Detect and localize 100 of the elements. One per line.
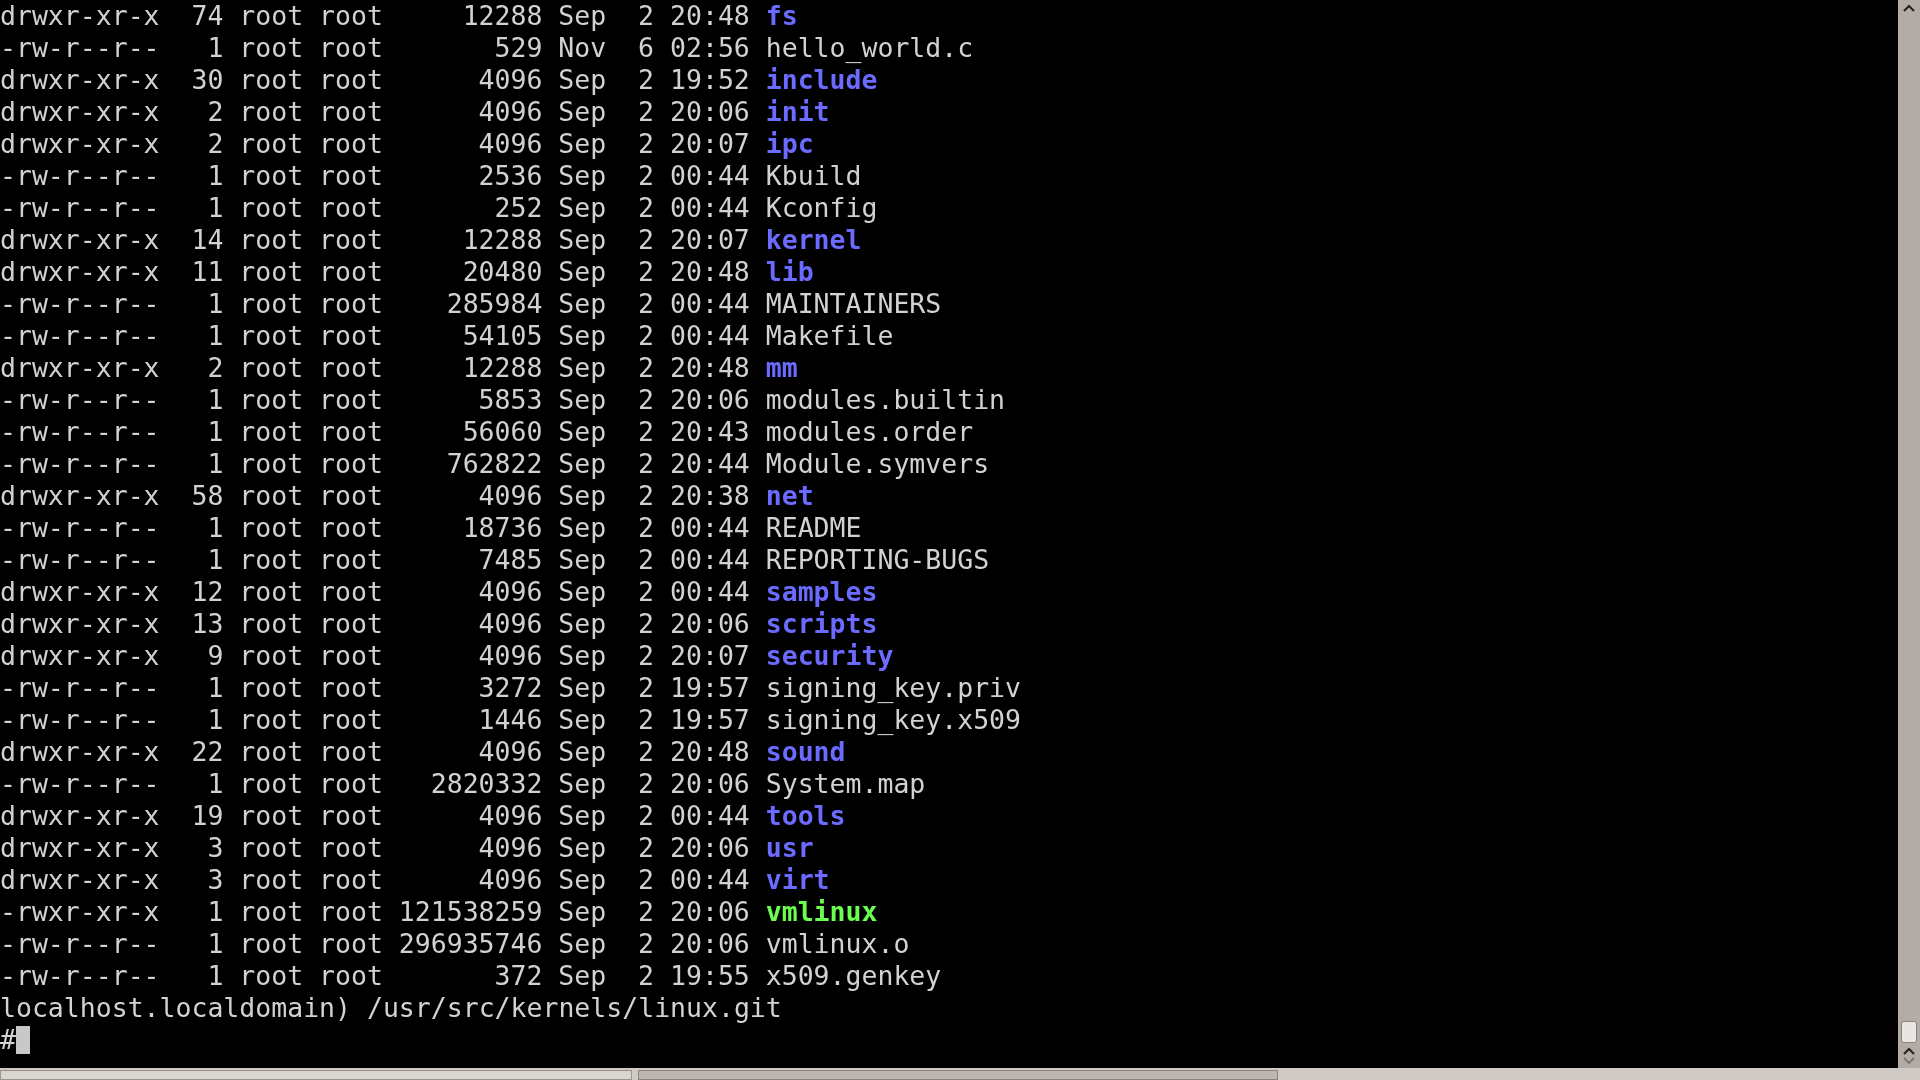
group-text: root xyxy=(319,288,383,320)
permissions-text: drwxr-xr-x xyxy=(0,0,160,32)
time-text: 00:44 xyxy=(670,320,750,352)
owner-text: root xyxy=(239,384,304,416)
owner-text: root xyxy=(239,0,304,32)
group-text: root xyxy=(319,384,383,416)
day-text: 2 xyxy=(637,256,655,288)
group-text: root xyxy=(319,704,383,736)
month-text: Sep xyxy=(558,128,607,160)
month-text: Sep xyxy=(558,960,607,992)
file-name: Makefile xyxy=(765,320,894,352)
time-text: 00:44 xyxy=(670,160,750,192)
group-text: root xyxy=(319,0,383,32)
taskbar-button[interactable] xyxy=(638,1070,1278,1080)
time-text: 20:06 xyxy=(670,608,750,640)
file-size: 4096 xyxy=(477,832,543,864)
directory-name: init xyxy=(765,96,830,128)
time-text: 00:44 xyxy=(670,864,750,896)
scrollbar-thumb[interactable] xyxy=(1901,1021,1917,1043)
file-size: 20480 xyxy=(461,256,543,288)
permissions-text: drwxr-xr-x xyxy=(0,64,160,96)
day-text: 2 xyxy=(637,896,655,928)
file-size: 2820332 xyxy=(429,768,543,800)
link-count: 11 xyxy=(190,256,224,288)
month-text: Sep xyxy=(558,800,607,832)
link-count: 30 xyxy=(190,64,224,96)
time-text: 20:06 xyxy=(670,896,750,928)
file-size: 296935746 xyxy=(398,928,543,960)
link-count: 12 xyxy=(190,576,224,608)
month-text: Sep xyxy=(558,544,607,576)
time-text: 00:44 xyxy=(670,512,750,544)
time-text: 19:52 xyxy=(670,64,750,96)
scroll-up-icon[interactable] xyxy=(1902,3,1916,13)
link-count: 1 xyxy=(206,192,224,224)
prompt-text: localhost.localdomain) /usr/src/kernels/linux.git xyxy=(0,992,782,1023)
file-size: 3272 xyxy=(477,672,543,704)
permissions-text: -rw-r--r-- xyxy=(0,416,160,448)
month-text: Sep xyxy=(558,736,607,768)
file-size: 121538259 xyxy=(398,896,543,928)
file-size: 2536 xyxy=(477,160,543,192)
file-size: 5853 xyxy=(477,384,543,416)
month-text: Sep xyxy=(558,0,607,32)
link-count: 1 xyxy=(206,32,224,64)
file-name: System.map xyxy=(765,768,926,800)
month-text: Sep xyxy=(558,448,607,480)
file-name: README xyxy=(765,512,862,544)
taskbar-button[interactable] xyxy=(0,1070,632,1080)
time-text: 20:06 xyxy=(670,928,750,960)
owner-text: root xyxy=(239,32,304,64)
permissions-text: -rw-r--r-- xyxy=(0,512,160,544)
month-text: Sep xyxy=(558,64,607,96)
day-text: 2 xyxy=(637,416,655,448)
month-text: Sep xyxy=(558,512,607,544)
month-text: Sep xyxy=(558,704,607,736)
file-name: Kbuild xyxy=(765,160,862,192)
permissions-text: drwxr-xr-x xyxy=(0,864,160,896)
owner-text: root xyxy=(239,800,304,832)
time-text: 20:48 xyxy=(670,352,750,384)
day-text: 2 xyxy=(637,480,655,512)
file-name: signing_key.priv xyxy=(765,672,1022,704)
file-name: signing_key.x509 xyxy=(765,704,1022,736)
file-size: 4096 xyxy=(477,864,543,896)
link-count: 2 xyxy=(206,128,224,160)
scroll-up-icon[interactable] xyxy=(1902,1046,1916,1056)
owner-text: root xyxy=(239,192,304,224)
link-count: 14 xyxy=(190,224,224,256)
owner-text: root xyxy=(239,416,304,448)
day-text: 2 xyxy=(637,736,655,768)
time-text: 19:55 xyxy=(670,960,750,992)
month-text: Sep xyxy=(558,832,607,864)
day-text: 2 xyxy=(637,448,655,480)
day-text: 2 xyxy=(637,512,655,544)
file-size: 4096 xyxy=(477,64,543,96)
owner-text: root xyxy=(239,960,304,992)
owner-text: root xyxy=(239,96,304,128)
group-text: root xyxy=(319,320,383,352)
owner-text: root xyxy=(239,256,304,288)
day-text: 2 xyxy=(637,288,655,320)
link-count: 1 xyxy=(206,416,224,448)
link-count: 1 xyxy=(206,320,224,352)
group-text: root xyxy=(319,896,383,928)
group-text: root xyxy=(319,800,383,832)
file-size: 4096 xyxy=(477,608,543,640)
scrollbar[interactable] xyxy=(1898,0,1920,1068)
file-name: modules.builtin xyxy=(765,384,1006,416)
file-size: 285984 xyxy=(445,288,543,320)
link-count: 1 xyxy=(206,512,224,544)
permissions-text: drwxr-xr-x xyxy=(0,128,160,160)
group-text: root xyxy=(319,864,383,896)
link-count: 1 xyxy=(206,448,224,480)
file-size: 4096 xyxy=(477,640,543,672)
day-text: 6 xyxy=(637,32,655,64)
directory-name: virt xyxy=(765,864,830,896)
link-count: 1 xyxy=(206,384,224,416)
permissions-text: -rw-r--r-- xyxy=(0,928,160,960)
permissions-text: -rw-r--r-- xyxy=(0,544,160,576)
day-text: 2 xyxy=(637,96,655,128)
permissions-text: -rw-r--r-- xyxy=(0,768,160,800)
permissions-text: drwxr-xr-x xyxy=(0,736,160,768)
group-text: root xyxy=(319,192,383,224)
